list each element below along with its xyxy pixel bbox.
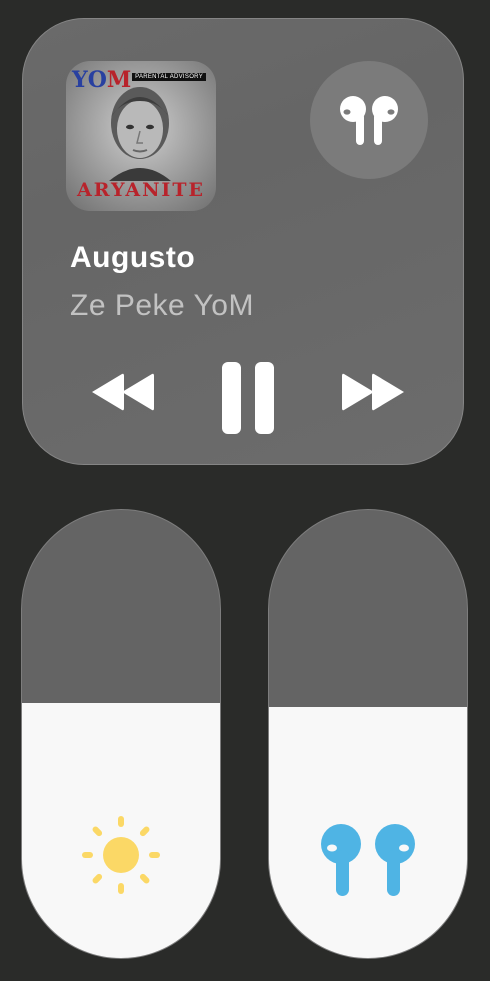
- track-title: Augusto: [70, 241, 196, 274]
- now-playing-card[interactable]: YOM PARENTAL ADVISORY ARYANITE Augusto Z…: [22, 18, 464, 465]
- album-art-portrait: [109, 87, 171, 181]
- album-art-brand-m: M: [106, 67, 132, 93]
- forward-icon: [342, 373, 404, 410]
- pause-icon: [222, 362, 274, 434]
- backward-icon: [92, 373, 154, 410]
- track-artist: Ze Peke YoM: [70, 289, 254, 322]
- brightness-slider[interactable]: [21, 509, 221, 959]
- airpods-icon: [340, 96, 398, 145]
- album-art-brand: YOM: [72, 67, 131, 93]
- album-art-caption: ARYANITE: [77, 179, 205, 201]
- album-art[interactable]: YOM PARENTAL ADVISORY ARYANITE: [66, 61, 216, 211]
- previous-track-button[interactable]: [83, 364, 163, 419]
- sun-icon: [82, 816, 160, 894]
- output-device-button[interactable]: [310, 61, 428, 179]
- pause-button[interactable]: [213, 352, 283, 444]
- parental-advisory-label: PARENTAL ADVISORY: [132, 73, 206, 81]
- volume-slider[interactable]: [268, 509, 468, 959]
- airpods-icon: [321, 824, 415, 896]
- album-art-brand-yo: YO: [72, 67, 107, 93]
- next-track-button[interactable]: [333, 364, 413, 419]
